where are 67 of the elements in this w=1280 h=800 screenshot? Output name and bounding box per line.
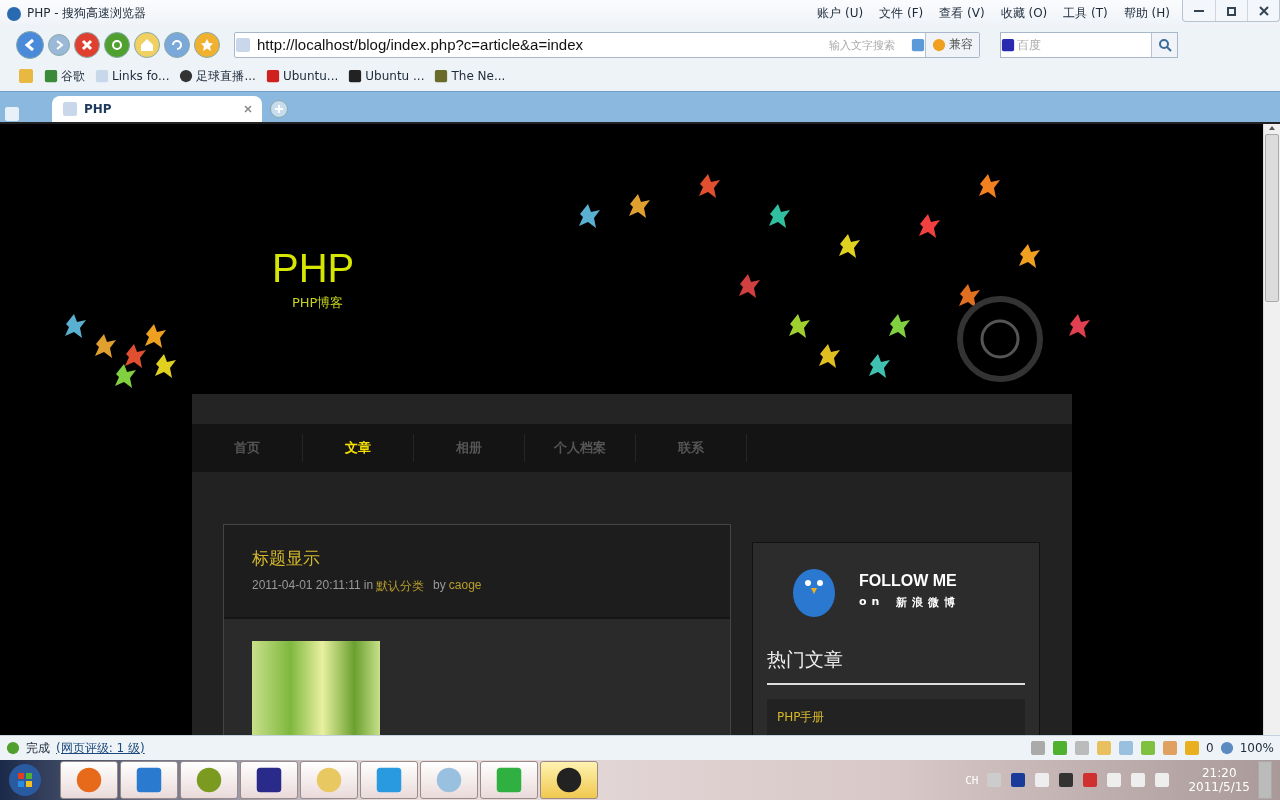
address-search-field[interactable]: 输入文字搜索 <box>827 37 911 52</box>
address-bar[interactable]: http://localhost/blog/index.php?c=article&a=index 输入文字搜索 兼容 <box>234 31 980 58</box>
search-box[interactable]: 百度 <box>1000 31 1178 58</box>
post-date: 2011-04-01 20:11:11 <box>252 577 361 594</box>
rating-link[interactable]: (网页评级: 1 级) <box>56 739 1025 757</box>
browser-tab[interactable]: PHP <box>52 95 262 122</box>
show-desktop-button[interactable] <box>1258 761 1272 800</box>
close-icon[interactable] <box>244 104 252 113</box>
bookmark-link[interactable]: The Ne... <box>434 69 506 84</box>
plus-icon <box>274 103 284 114</box>
new-tab-button[interactable] <box>270 99 288 118</box>
tab-title: PHP <box>84 101 113 116</box>
site-title[interactable]: PHP <box>272 247 1072 288</box>
taskbar-app[interactable] <box>540 761 598 800</box>
bookmark-link[interactable]: Ubuntu ... <box>348 69 425 84</box>
menu-item[interactable]: 查看 (V) <box>939 5 985 23</box>
status-text: 完成 <box>26 739 50 757</box>
favorites-button[interactable] <box>194 31 220 58</box>
window-title: PHP - 搜狗高速浏览器 <box>27 5 148 23</box>
zoom-level[interactable]: 100% <box>1239 741 1274 756</box>
article-link[interactable]: PHP手册 <box>767 698 1025 735</box>
menu-item[interactable]: 收藏 (O) <box>1000 5 1048 23</box>
menu-item[interactable]: 账户 (U) <box>817 5 864 23</box>
meta-text: by <box>433 577 446 594</box>
bookmark-link[interactable]: Links fo... <box>95 69 170 84</box>
follow-site-text: 新浪微博 <box>896 594 961 610</box>
scroll-thumb[interactable] <box>1265 133 1279 302</box>
close-icon <box>1258 5 1269 16</box>
cross-icon <box>81 38 93 51</box>
taskbar-app[interactable] <box>240 761 298 800</box>
meta-text: in <box>363 577 374 594</box>
category-link[interactable]: 默认分类 <box>376 577 425 595</box>
back-button[interactable] <box>16 30 44 59</box>
bookmark-link[interactable]: 足球直播... <box>179 67 256 85</box>
restore-icon <box>1226 5 1237 16</box>
nav-link[interactable]: 文章 <box>303 433 414 462</box>
undo-icon <box>171 38 183 51</box>
windows-logo-icon <box>8 763 42 798</box>
search-button[interactable] <box>1151 32 1177 57</box>
url-text[interactable]: http://localhost/blog/index.php?c=article&a=index <box>257 36 827 53</box>
menu-item[interactable]: 工具 (T) <box>1063 5 1108 23</box>
clock-date: 2011/5/15 <box>1188 780 1250 795</box>
clock-time: 21:20 <box>1201 766 1237 781</box>
site-subtitle: PHP博客 <box>292 293 345 312</box>
section-heading: 热门文章 <box>767 646 1025 685</box>
undo-button[interactable] <box>164 31 190 58</box>
post-title[interactable]: 标题显示 <box>252 546 702 570</box>
minimize-icon <box>1194 9 1204 12</box>
home-icon <box>140 37 154 52</box>
scrollbar[interactable] <box>1263 123 1280 735</box>
star-icon <box>201 38 213 51</box>
bookmark-link[interactable]: Ubuntu... <box>265 69 339 84</box>
shield-count: 0 <box>1206 741 1214 756</box>
menu-item[interactable]: 文件 (F) <box>879 5 924 23</box>
refresh-icon <box>111 38 123 51</box>
follow-title[interactable]: FOLLOW ME <box>859 571 961 590</box>
forward-button[interactable] <box>48 33 70 56</box>
stop-button[interactable] <box>74 31 100 58</box>
author-link[interactable]: caoge <box>448 577 482 595</box>
bookmark-link[interactable]: 谷歌 <box>44 67 85 85</box>
compat-button[interactable]: 兼容 <box>925 32 979 57</box>
follow-on-text: on <box>859 594 885 610</box>
search-icon <box>1157 37 1172 52</box>
taskbar-app[interactable] <box>60 761 118 800</box>
menu-item[interactable]: 帮助 (H) <box>1123 5 1170 23</box>
refresh-button[interactable] <box>104 31 130 58</box>
home-button[interactable] <box>134 31 160 58</box>
